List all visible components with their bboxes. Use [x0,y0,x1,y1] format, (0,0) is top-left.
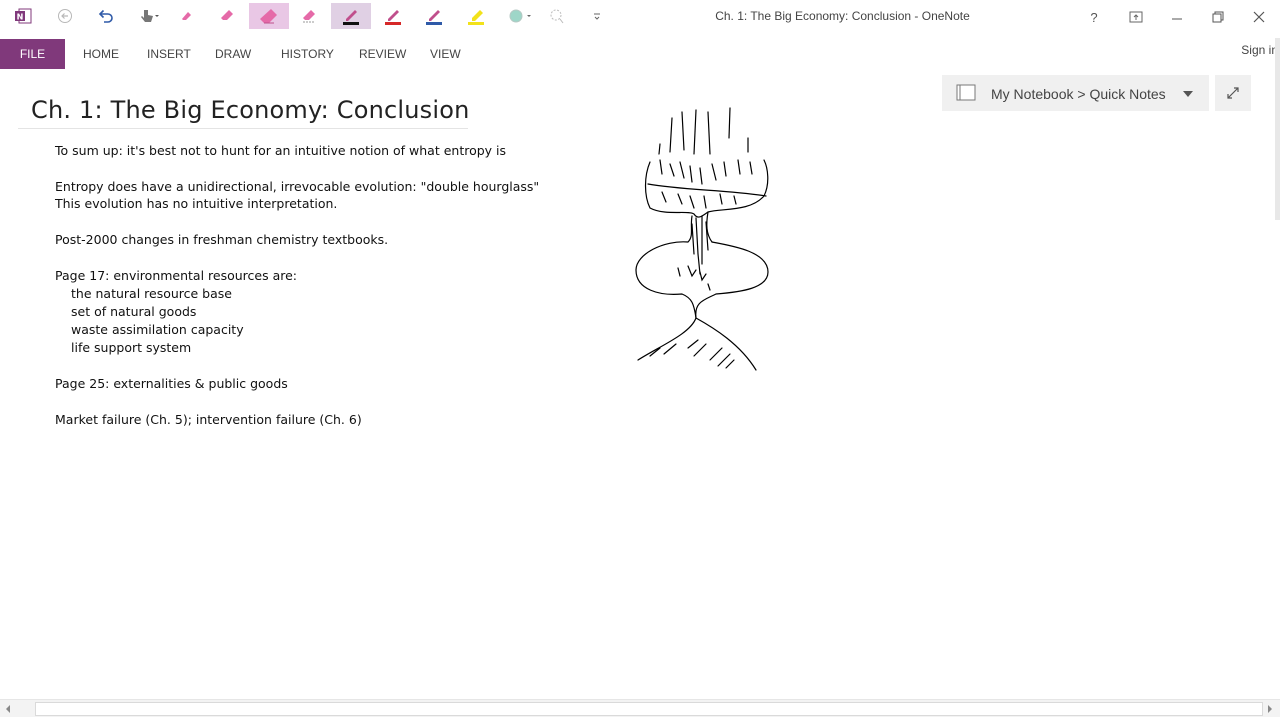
note-line[interactable]: Market failure (Ch. 5); intervention fai… [55,412,362,427]
minimize-icon [1172,18,1182,20]
sign-in-link[interactable]: Sign in [1241,43,1278,57]
window-title: Ch. 1: The Big Economy: Conclusion - One… [715,9,970,23]
help-button[interactable]: ? [1079,4,1109,30]
tab-file[interactable]: FILE [0,39,65,69]
pen-blue-icon[interactable] [421,3,447,29]
note-sub-line[interactable]: waste assimilation capacity [71,322,244,337]
tab-insert[interactable]: INSERT [147,47,191,61]
notebook-icon [956,84,976,101]
note-sub-line[interactable]: the natural resource base [71,286,232,301]
note-line[interactable]: Entropy does have a unidirectional, irre… [55,179,539,194]
title-bar: N Ch. 1: The Big Economy: Conclusion - O… [0,0,1280,36]
tab-history[interactable]: HISTORY [281,47,334,61]
eraser-large-icon[interactable] [249,3,289,29]
highlighter-yellow-icon[interactable] [463,3,489,29]
tab-view[interactable]: VIEW [430,47,461,61]
onenote-logo-icon[interactable]: N [10,3,36,29]
note-line[interactable]: Post-2000 changes in freshman chemistry … [55,232,388,247]
onenote-window: N Ch. 1: The Big Economy: Conclusion - O… [0,0,1280,720]
note-line[interactable]: To sum up: it's best not to hunt for an … [55,143,506,158]
note-line[interactable]: This evolution has no intuitive interpre… [55,196,337,211]
eraser-stroke-icon[interactable] [297,3,323,29]
scroll-right-icon[interactable] [1268,705,1272,713]
svg-text:N: N [17,13,24,22]
customize-qat-icon[interactable] [584,3,610,29]
tab-draw[interactable]: DRAW [215,47,251,61]
tab-review[interactable]: REVIEW [359,47,406,61]
hourglass-ink-drawing[interactable] [630,104,775,376]
expand-icon [1227,87,1239,99]
close-icon [1253,11,1265,23]
scroll-left-icon[interactable] [6,705,10,713]
back-icon[interactable] [52,3,78,29]
lasso-icon[interactable] [544,3,570,29]
close-button[interactable] [1244,4,1274,30]
page-title[interactable]: Ch. 1: The Big Economy: Conclusion [31,96,470,124]
note-sub-line[interactable]: life support system [71,340,191,355]
help-icon: ? [1090,9,1098,25]
eraser-medium-icon[interactable] [215,3,241,29]
notebook-path-label: My Notebook > Quick Notes [991,86,1166,102]
chevron-down-icon [1183,91,1193,97]
eraser-small-icon[interactable] [174,3,200,29]
restore-button[interactable] [1203,4,1233,30]
pen-black-icon[interactable] [331,3,371,29]
restore-icon [1212,11,1224,23]
note-line[interactable]: Page 25: externalities & public goods [55,376,288,391]
pen-red-icon[interactable] [380,3,406,29]
title-divider [18,128,468,129]
touch-mode-icon[interactable] [136,3,162,29]
undo-icon[interactable] [93,3,119,29]
horizontal-scrollbar[interactable] [0,699,1280,717]
ribbon-display-icon [1129,11,1143,23]
note-line[interactable]: Page 17: environmental resources are: [55,268,297,283]
tab-home[interactable]: HOME [83,47,119,61]
note-sub-line[interactable]: set of natural goods [71,304,196,319]
notebook-navigator[interactable]: My Notebook > Quick Notes [942,75,1209,111]
scrollbar-thumb[interactable] [35,702,1263,716]
vertical-scrollbar[interactable] [1275,38,1280,220]
ribbon-tabs: FILE HOME INSERT DRAW HISTORY REVIEW VIE… [0,38,1280,70]
full-page-view-button[interactable] [1215,75,1251,111]
ribbon-display-options-button[interactable] [1121,4,1151,30]
color-picker-icon[interactable] [505,3,535,29]
minimize-button[interactable] [1162,4,1192,30]
